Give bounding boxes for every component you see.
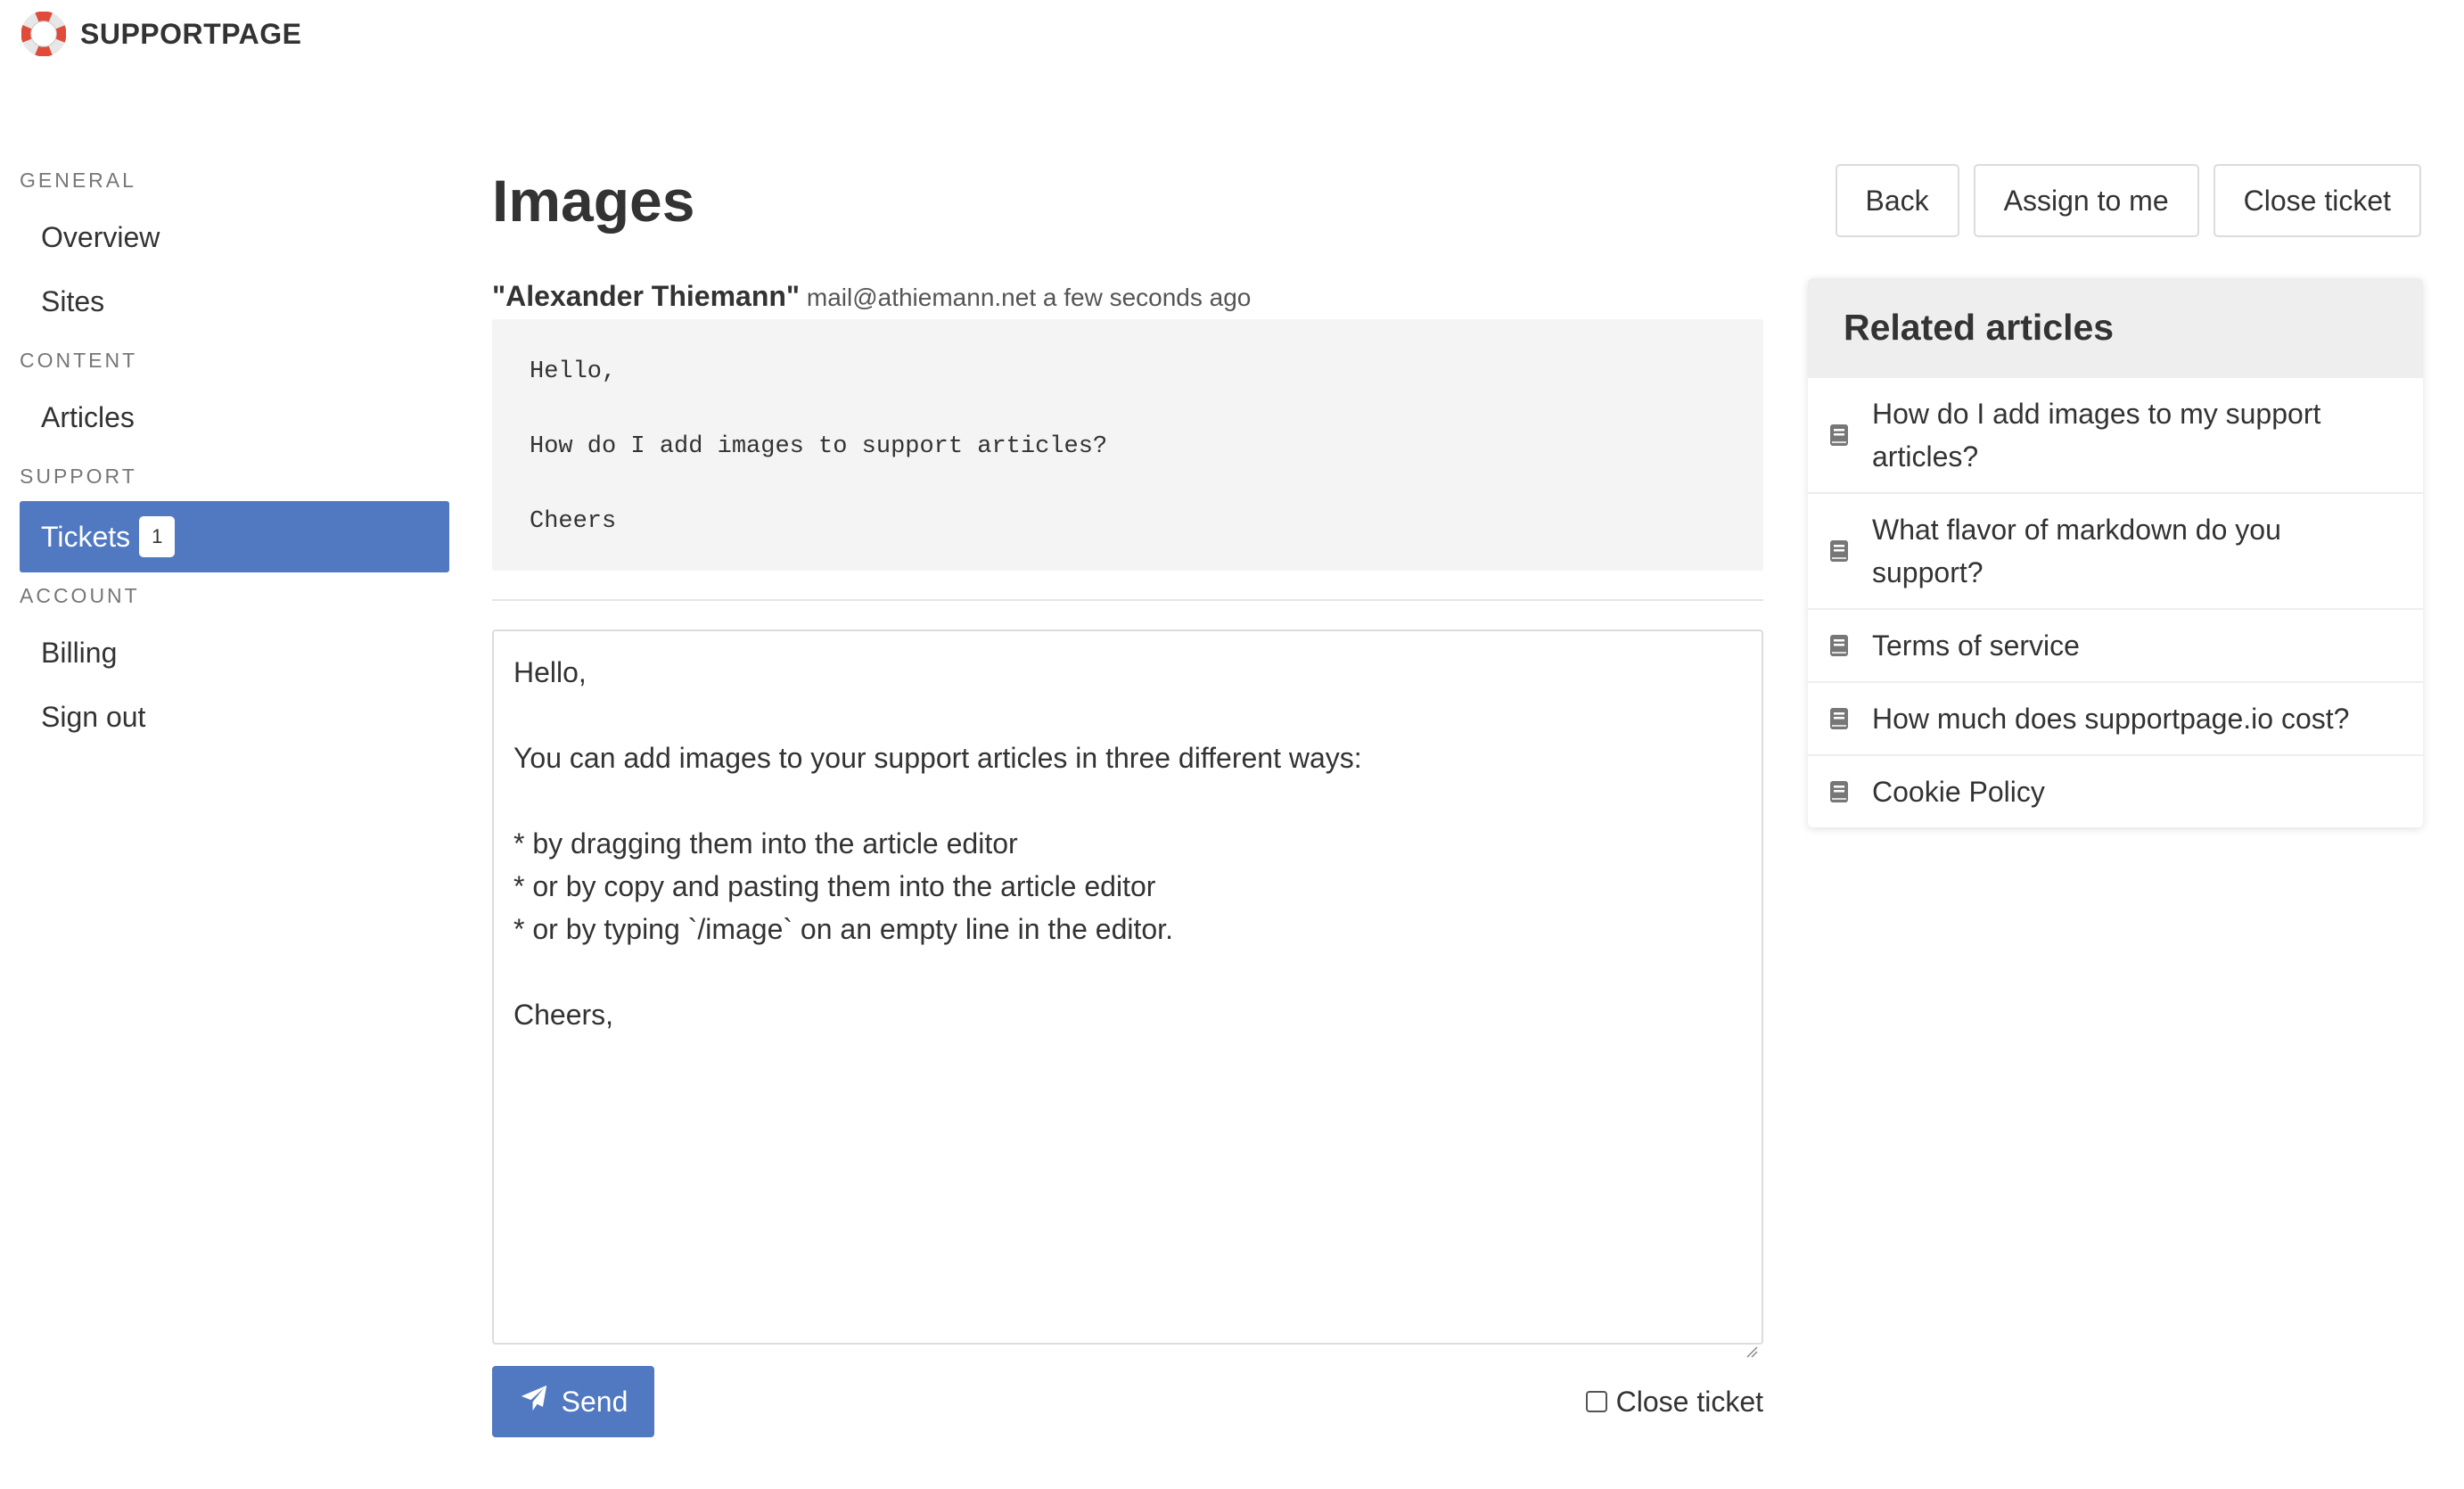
- ticket-main: Images "Alexander Thiemann" mail@athiema…: [492, 160, 1763, 1437]
- lifebuoy-icon: [21, 12, 66, 56]
- nav-section-general: GENERAL Overview Sites: [20, 164, 449, 333]
- reply-line: Cheers,: [513, 999, 614, 1031]
- message-meta: "Alexander Thiemann" mail@athiemann.net …: [492, 278, 1763, 314]
- message-line: [530, 465, 1726, 503]
- related-article-title: Cookie Policy: [1872, 776, 2045, 808]
- sidebar-item-sign-out[interactable]: Sign out: [20, 685, 449, 749]
- close-ticket-checkbox-label: Close ticket: [1615, 1385, 1763, 1418]
- message-line: Hello,: [530, 358, 617, 385]
- sidebar-item-articles[interactable]: Articles: [20, 385, 449, 449]
- related-articles-panel: Related articles How do I add images to …: [1808, 278, 2423, 827]
- ticket-actions: Back Assign to me Close ticket: [1835, 164, 2421, 237]
- reply-textarea[interactable]: Hello, You can add images to your suppor…: [492, 629, 1763, 1358]
- related-articles-title: Related articles: [1808, 278, 2423, 376]
- book-icon: [1830, 781, 1848, 802]
- sidebar: GENERAL Overview Sites CONTENT Articles …: [20, 164, 449, 749]
- sidebar-item-label: Overview: [41, 220, 160, 253]
- message-line: Cheers: [530, 508, 617, 535]
- message-time: a few seconds ago: [1042, 284, 1252, 311]
- reply-line: * by dragging them into the article edit…: [513, 827, 1018, 860]
- sidebar-item-label: Sites: [41, 284, 105, 317]
- reply-line: * or by copy and pasting them into the a…: [513, 870, 1156, 902]
- nav-section-account: ACCOUNT Billing Sign out: [20, 580, 449, 749]
- related-article-title: Terms of service: [1872, 629, 2080, 662]
- sidebar-item-label: Billing: [41, 636, 118, 669]
- reply-line: * or by typing `/image` on an empty line…: [513, 913, 1173, 945]
- sidebar-item-label: Articles: [41, 400, 135, 433]
- related-article-title-line: How do I add images to my support: [1872, 398, 2321, 430]
- close-ticket-checkbox[interactable]: Close ticket: [1585, 1385, 1763, 1419]
- send-button-label: Send: [561, 1385, 628, 1418]
- sidebar-item-overview[interactable]: Overview: [20, 205, 449, 269]
- sender-email: mail@athiemann.net: [806, 284, 1037, 311]
- divider: [492, 599, 1763, 601]
- page-title: Images: [492, 168, 695, 234]
- reply-line: [513, 694, 1742, 736]
- nav-heading: GENERAL: [20, 169, 136, 192]
- related-article-title: How do I add images to my support articl…: [1872, 392, 2320, 478]
- tickets-count-badge: 1: [139, 516, 176, 557]
- sidebar-item-label: Tickets: [41, 520, 131, 553]
- assign-to-me-button[interactable]: Assign to me: [1973, 164, 2199, 237]
- related-article-item[interactable]: Terms of service: [1808, 608, 2423, 681]
- sidebar-item-tickets[interactable]: Tickets 1: [20, 501, 449, 572]
- nav-heading: ACCOUNT: [20, 584, 140, 607]
- book-icon: [1830, 424, 1848, 446]
- nav-section-support: SUPPORT Tickets 1: [20, 460, 449, 572]
- app-logo[interactable]: SUPPORTPAGE: [21, 11, 302, 57]
- customer-message: Hello, How do I add images to support ar…: [492, 319, 1763, 571]
- checkbox-box[interactable]: [1585, 1391, 1607, 1412]
- related-article-title: How much does supportpage.io cost?: [1872, 703, 2350, 735]
- message-line: [530, 391, 1726, 428]
- related-article-item[interactable]: How much does supportpage.io cost?: [1808, 681, 2423, 754]
- nav-heading: SUPPORT: [20, 465, 137, 488]
- reply-line: [513, 779, 1742, 822]
- related-article-item[interactable]: Cookie Policy: [1808, 754, 2423, 827]
- app-name: SUPPORTPAGE: [80, 17, 302, 50]
- nav-section-content: CONTENT Articles: [20, 344, 449, 449]
- reply-actions: Send Close ticket: [492, 1366, 1763, 1437]
- reply-line: You can add images to your support artic…: [513, 742, 1362, 774]
- back-button[interactable]: Back: [1835, 164, 1959, 237]
- nav-heading: CONTENT: [20, 349, 138, 372]
- related-article-title-line: articles?: [1872, 440, 1979, 473]
- sender-name: "Alexander Thiemann": [492, 280, 801, 312]
- reply-line: Hello,: [513, 656, 587, 688]
- reply-line: [513, 950, 1742, 993]
- paper-plane-icon: [519, 1383, 562, 1420]
- related-article-title-line: What flavor of markdown do you: [1872, 514, 2281, 546]
- sidebar-item-label: Sign out: [41, 700, 146, 733]
- book-icon: [1830, 540, 1848, 562]
- close-ticket-button[interactable]: Close ticket: [2213, 164, 2421, 237]
- related-article-title-line: support?: [1872, 556, 1984, 588]
- related-article-item[interactable]: What flavor of markdown do you support?: [1808, 492, 2423, 608]
- sidebar-item-billing[interactable]: Billing: [20, 621, 449, 685]
- send-button[interactable]: Send: [492, 1366, 654, 1437]
- message-line: How do I add images to support articles?: [530, 433, 1108, 460]
- sidebar-item-sites[interactable]: Sites: [20, 269, 449, 333]
- related-article-title: What flavor of markdown do you support?: [1872, 508, 2281, 594]
- book-icon: [1830, 635, 1848, 656]
- resize-handle-icon[interactable]: [1745, 1327, 1758, 1358]
- related-article-item[interactable]: How do I add images to my support articl…: [1808, 376, 2423, 492]
- book-icon: [1830, 708, 1848, 729]
